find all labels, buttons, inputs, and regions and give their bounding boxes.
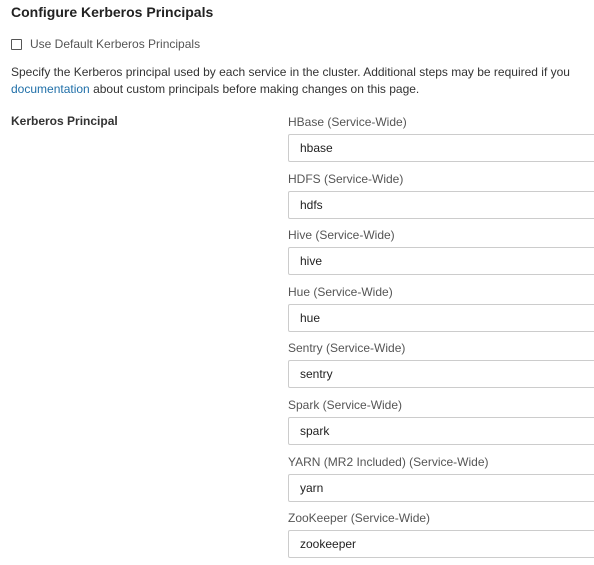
sentry-principal-input[interactable]	[288, 360, 594, 389]
field-hue: Hue (Service-Wide)	[288, 284, 594, 341]
default-principals-checkbox[interactable]	[11, 38, 22, 50]
hdfs-principal-input[interactable]	[288, 190, 594, 219]
hbase-principal-input[interactable]	[288, 134, 594, 162]
hue-principal-input[interactable]	[288, 303, 594, 332]
field-label: Hue (Service-Wide)	[288, 284, 393, 299]
field-hbase: HBase (Service-Wide)	[288, 114, 594, 171]
page-title: Configure Kerberos Principals	[11, 4, 214, 20]
description-line-2-text: about custom principals before making ch…	[89, 82, 420, 96]
kerberos-principal-label: Kerberos Principal	[11, 114, 118, 128]
field-label: HDFS (Service-Wide)	[288, 171, 404, 186]
hive-principal-input[interactable]	[288, 247, 594, 276]
default-principals-label[interactable]: Use Default Kerberos Principals	[30, 37, 200, 51]
description: Specify the Kerberos principal used by e…	[11, 64, 594, 98]
field-spark: Spark (Service-Wide)	[288, 397, 594, 454]
field-hive: Hive (Service-Wide)	[288, 227, 594, 284]
field-zookeeper: ZooKeeper (Service-Wide)	[288, 510, 594, 565]
kerberos-config-page: Configure Kerberos Principals Use Defaul…	[0, 0, 594, 565]
default-principals-option[interactable]: Use Default Kerberos Principals	[11, 36, 200, 52]
description-line-1: Specify the Kerberos principal used by e…	[11, 65, 570, 79]
spark-principal-input[interactable]	[288, 416, 594, 445]
field-label: ZooKeeper (Service-Wide)	[288, 511, 431, 526]
field-label: Hive (Service-Wide)	[288, 228, 395, 243]
field-label: HBase (Service-Wide)	[288, 115, 407, 129]
zookeeper-principal-input[interactable]	[288, 530, 594, 559]
yarn-principal-input[interactable]	[288, 473, 594, 502]
principal-fields: HBase (Service-Wide) HDFS (Service-Wide)…	[288, 114, 594, 565]
field-label: Sentry (Service-Wide)	[288, 341, 406, 356]
field-sentry: Sentry (Service-Wide)	[288, 340, 594, 397]
field-label: YARN (MR2 Included) (Service-Wide)	[288, 454, 489, 469]
documentation-link[interactable]: documentation	[11, 82, 90, 96]
field-yarn: YARN (MR2 Included) (Service-Wide)	[288, 454, 594, 511]
description-line-2: documentation about custom principals be…	[11, 81, 594, 98]
field-hdfs: HDFS (Service-Wide)	[288, 171, 594, 228]
field-label: Spark (Service-Wide)	[288, 397, 403, 412]
